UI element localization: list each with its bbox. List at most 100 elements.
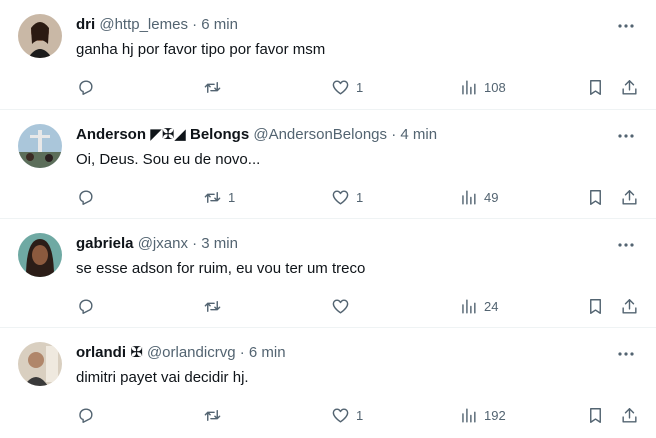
reply-icon <box>79 189 93 205</box>
avatar[interactable] <box>18 14 62 58</box>
views-icon <box>462 407 476 423</box>
views-button[interactable]: 192 <box>459 404 506 426</box>
like-button[interactable]: 1 <box>331 404 363 426</box>
display-name[interactable]: Anderson <box>76 126 146 143</box>
views-count: 192 <box>484 407 506 423</box>
tweet-header: Anderson ◤✠◢ Belongs @AndersonBelongs · … <box>76 125 596 145</box>
share-button[interactable] <box>620 76 639 98</box>
heart-icon <box>332 298 349 314</box>
tweet-actions: 1 192 <box>0 404 656 426</box>
views-count: 49 <box>484 189 499 205</box>
separator-dot: · <box>192 16 198 33</box>
reply-button[interactable] <box>76 295 101 317</box>
display-name[interactable]: gabriela <box>76 235 134 252</box>
retweet-button[interactable] <box>203 404 228 426</box>
more-icon[interactable] <box>616 346 636 362</box>
bookmark-button[interactable] <box>586 295 605 317</box>
reply-button[interactable] <box>76 186 101 208</box>
share-icon <box>622 79 637 95</box>
share-button[interactable] <box>620 186 639 208</box>
avatar[interactable] <box>18 124 62 168</box>
like-count: 1 <box>356 79 364 95</box>
retweet-button[interactable] <box>203 76 228 98</box>
share-icon <box>622 298 637 314</box>
timeline: dri @http_lemes · 6 min ganha hj por fav… <box>0 0 656 438</box>
bookmark-button[interactable] <box>586 186 605 208</box>
retweet-icon <box>204 409 221 421</box>
tweet-actions: 24 <box>0 295 656 317</box>
tweet-header: orlandi ✠ @orlandicrvg · 6 min <box>76 343 596 363</box>
views-icon <box>462 79 476 95</box>
heart-icon <box>332 189 349 205</box>
user-handle[interactable]: @orlandicrvg <box>147 344 236 361</box>
reply-button[interactable] <box>76 76 101 98</box>
tweet-actions: 1 1 49 <box>0 186 656 208</box>
user-handle[interactable]: @AndersonBelongs <box>253 126 387 143</box>
retweet-icon <box>204 191 221 203</box>
share-button[interactable] <box>620 295 639 317</box>
avatar[interactable] <box>18 233 62 277</box>
like-button[interactable] <box>331 295 356 317</box>
share-icon <box>622 189 637 205</box>
separator-dot: · <box>391 126 397 143</box>
views-icon <box>462 189 476 205</box>
avatar[interactable] <box>18 342 62 386</box>
bookmark-icon <box>590 79 601 95</box>
share-icon <box>622 407 637 423</box>
bookmark-button[interactable] <box>586 404 605 426</box>
separator-dot: · <box>239 344 245 361</box>
bookmark-icon <box>590 298 601 314</box>
tweet[interactable]: gabriela @jxanx · 3 min se esse adson fo… <box>0 219 656 328</box>
tweet-text: ganha hj por favor tipo por favor msm <box>76 41 326 58</box>
views-icon <box>462 298 476 314</box>
tweet[interactable]: dri @http_lemes · 6 min ganha hj por fav… <box>0 0 656 110</box>
timestamp[interactable]: 6 min <box>201 16 238 33</box>
timestamp[interactable]: 3 min <box>201 235 238 252</box>
retweet-icon <box>204 300 221 312</box>
views-button[interactable]: 108 <box>459 76 506 98</box>
display-name-suffix[interactable]: Belongs <box>190 126 249 143</box>
name-badge: ◤✠◢ <box>150 126 186 143</box>
timestamp[interactable]: 4 min <box>400 126 437 143</box>
timestamp[interactable]: 6 min <box>249 344 286 361</box>
tweet[interactable]: orlandi ✠ @orlandicrvg · 6 min dimitri p… <box>0 328 656 438</box>
display-name[interactable]: dri <box>76 16 95 33</box>
retweet-button[interactable] <box>203 295 228 317</box>
tweet-header: gabriela @jxanx · 3 min <box>76 234 596 254</box>
reply-icon <box>79 407 93 423</box>
reply-icon <box>79 298 93 314</box>
like-button[interactable]: 1 <box>331 76 363 98</box>
like-count: 1 <box>356 407 364 423</box>
heart-icon <box>332 79 349 95</box>
bookmark-button[interactable] <box>586 76 605 98</box>
retweet-icon <box>204 81 221 93</box>
more-icon[interactable] <box>616 237 636 253</box>
views-count: 108 <box>484 79 506 95</box>
reply-icon <box>79 79 93 95</box>
name-badge: ✠ <box>130 344 143 361</box>
views-button[interactable]: 49 <box>459 186 498 208</box>
retweet-button[interactable]: 1 <box>203 186 235 208</box>
more-icon[interactable] <box>616 128 636 144</box>
separator-dot: · <box>192 235 198 252</box>
bookmark-icon <box>590 189 601 205</box>
tweet-text: se esse adson for ruim, eu vou ter um tr… <box>76 260 366 277</box>
retweet-count: 1 <box>228 189 236 205</box>
reply-button[interactable] <box>76 404 101 426</box>
tweet-actions: 1 108 <box>0 76 656 98</box>
tweet-text: dimitri payet vai decidir hj. <box>76 369 249 386</box>
tweet[interactable]: Anderson ◤✠◢ Belongs @AndersonBelongs · … <box>0 110 656 219</box>
tweet-header: dri @http_lemes · 6 min <box>76 15 596 35</box>
like-button[interactable]: 1 <box>331 186 363 208</box>
views-count: 24 <box>484 298 499 314</box>
more-icon[interactable] <box>616 18 636 34</box>
display-name[interactable]: orlandi <box>76 344 126 361</box>
user-handle[interactable]: @http_lemes <box>99 16 188 33</box>
user-handle[interactable]: @jxanx <box>138 235 188 252</box>
share-button[interactable] <box>620 404 639 426</box>
like-count: 1 <box>356 189 364 205</box>
tweet-text: Oi, Deus. Sou eu de novo... <box>76 151 261 168</box>
views-button[interactable]: 24 <box>459 295 498 317</box>
bookmark-icon <box>590 407 601 423</box>
heart-icon <box>332 407 349 423</box>
